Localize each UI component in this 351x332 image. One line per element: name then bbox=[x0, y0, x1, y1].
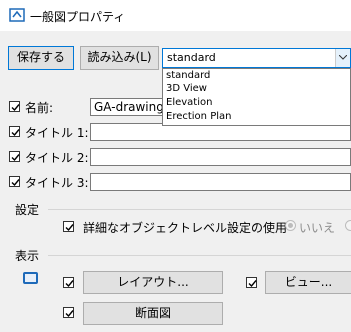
checkmark-icon bbox=[248, 280, 257, 288]
checkmark-icon bbox=[11, 179, 20, 187]
view-icon bbox=[23, 272, 38, 284]
save-button[interactable]: 保存する bbox=[8, 46, 74, 70]
title2-label: タイトル 2: bbox=[25, 151, 89, 165]
preset-select[interactable]: standard bbox=[162, 48, 351, 68]
name-value: GA-drawing bbox=[94, 100, 164, 114]
preset-option[interactable]: standard bbox=[166, 70, 210, 83]
dialog-client-area: 保存する 読み込み(L) standard standard 3D View E… bbox=[0, 31, 351, 332]
name-checkbox[interactable] bbox=[9, 101, 20, 112]
checkmark-icon bbox=[65, 310, 74, 318]
title3-label: タイトル 3: bbox=[25, 176, 89, 190]
checkmark-icon bbox=[11, 154, 20, 162]
dropdown-button[interactable] bbox=[335, 49, 350, 67]
settings-group-divider bbox=[48, 209, 351, 210]
checkmark-icon bbox=[11, 104, 20, 112]
view-checkbox[interactable] bbox=[246, 277, 257, 288]
settings-group-label: 設定 bbox=[15, 203, 40, 217]
no-radio-label: いいえ bbox=[299, 221, 336, 235]
title1-checkbox[interactable] bbox=[9, 126, 20, 137]
display-group-divider bbox=[48, 255, 351, 256]
name-field[interactable]: GA-drawing bbox=[90, 98, 165, 116]
detailed-object-level-label: 詳細なオブジェクトレベル設定の使用 bbox=[83, 221, 288, 235]
chevron-down-icon bbox=[339, 55, 347, 60]
no-radio[interactable] bbox=[285, 220, 296, 231]
section-button[interactable]: 断面図 bbox=[83, 302, 223, 325]
title2-field[interactable] bbox=[90, 148, 351, 166]
section-checkbox[interactable] bbox=[63, 307, 74, 318]
preset-option[interactable]: Erection Plan bbox=[166, 111, 231, 124]
preset-option[interactable]: 3D View bbox=[166, 83, 207, 96]
preset-selected-value: standard bbox=[167, 51, 216, 64]
layout-checkbox[interactable] bbox=[63, 277, 74, 288]
display-group-label: 表示 bbox=[15, 249, 40, 263]
window-title: 一般図プロパティ bbox=[30, 10, 126, 24]
layout-button[interactable]: レイアウト... bbox=[83, 271, 223, 294]
load-button[interactable]: 読み込み(L) bbox=[80, 46, 159, 70]
title2-checkbox[interactable] bbox=[9, 151, 20, 162]
title3-field[interactable] bbox=[90, 173, 351, 191]
checkmark-icon bbox=[65, 280, 74, 288]
detailed-object-level-checkbox[interactable] bbox=[63, 221, 74, 232]
title3-checkbox[interactable] bbox=[9, 176, 20, 187]
yes-radio[interactable] bbox=[345, 220, 351, 231]
name-label: 名前: bbox=[25, 101, 54, 115]
app-icon bbox=[9, 8, 25, 22]
view-button[interactable]: ビュー... bbox=[265, 271, 351, 294]
preset-option[interactable]: Elevation bbox=[166, 97, 212, 110]
title1-label: タイトル 1: bbox=[25, 126, 89, 140]
preset-dropdown-list: standard 3D View Elevation Erection Plan bbox=[162, 68, 351, 126]
checkmark-icon bbox=[11, 129, 20, 137]
checkmark-icon bbox=[65, 224, 74, 232]
title-bar: 一般図プロパティ bbox=[0, 0, 351, 31]
